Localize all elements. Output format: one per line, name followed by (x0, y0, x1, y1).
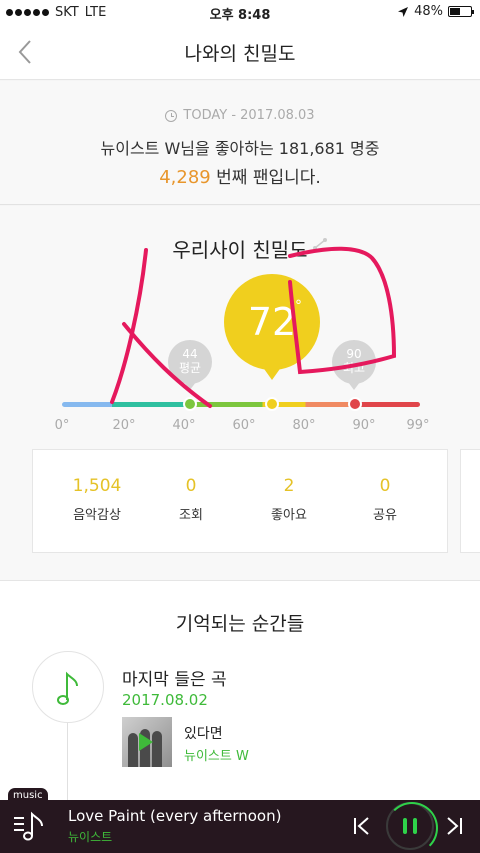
fan-rank-number: 4,289 (159, 167, 211, 188)
stat-value: 0 (379, 476, 391, 496)
stat-likes: 2 좋아요 (239, 476, 339, 523)
music-tab-label: music (8, 788, 48, 803)
page-title: 나와의 친밀도 (184, 43, 296, 65)
max-label: 최고 (342, 361, 366, 375)
stat-label: 조회 (179, 508, 203, 523)
mini-player: music Love Paint (every afternoon) 뉴이스트 (0, 788, 480, 853)
average-marker (183, 397, 197, 411)
my-intimacy-bubble: 72 ° (224, 274, 320, 380)
stat-listen: 1,504 음악감상 (47, 476, 147, 523)
now-playing-artist[interactable]: 뉴이스트 (68, 828, 112, 845)
fan-count-text: 뉴이스트 W님을 좋아하는 181,681 명중 (100, 139, 380, 158)
my-intimacy-marker (265, 397, 279, 411)
intimacy-section: 우리사이 친밀도 72 ° 44 평균 90 최고 0° 20° 40° 60°… (0, 206, 480, 580)
nav-header: 나와의 친밀도 (0, 24, 480, 80)
music-note-icon (57, 671, 78, 705)
my-intimacy-degree: ° (295, 298, 302, 314)
song-artist[interactable]: 뉴이스트 W (184, 745, 249, 764)
next-track-icon[interactable] (444, 816, 464, 836)
scale-tick: 60° (232, 418, 256, 433)
clock-icon (165, 109, 178, 122)
stat-label: 음악감상 (73, 508, 121, 523)
activity-stats-card: 1,504 음악감상 0 조회 2 좋아요 0 공유 (32, 449, 448, 553)
fan-rank-suffix: 번째 팬입니다. (210, 168, 321, 188)
play-icon (139, 733, 153, 751)
last-played-label: 마지막 들은 곡 (122, 670, 227, 690)
share-icon[interactable] (312, 236, 328, 252)
playlist-menu-icon[interactable] (12, 808, 48, 844)
today-date: TODAY - 2017.08.03 (183, 108, 315, 123)
stat-value: 1,504 (72, 476, 122, 496)
scale-tick: 40° (172, 418, 196, 433)
stat-label: 공유 (373, 508, 397, 523)
average-bubble: 44 평균 (168, 340, 212, 390)
stat-value: 2 (283, 476, 295, 496)
intimacy-title: 우리사이 친밀도 (172, 238, 308, 262)
battery-icon (448, 6, 474, 17)
average-value: 44 (182, 347, 198, 361)
max-value: 90 (346, 347, 362, 361)
gauge-scale: 0° 20° 40° 60° 80° 90° 99° (0, 418, 480, 438)
fan-rank-card: TODAY - 2017.08.03 뉴이스트 W님을 좋아하는 181,681… (0, 81, 480, 205)
timeline-node (32, 651, 104, 723)
scale-tick: 80° (292, 418, 316, 433)
status-right: 48% (397, 4, 474, 19)
scale-tick: 0° (54, 418, 70, 433)
today-date-row: TODAY - 2017.08.03 (0, 108, 480, 123)
status-bar: SKT LTE 오후 8:48 48% (0, 0, 480, 24)
stat-label: 좋아요 (271, 508, 307, 523)
moments-section: 기억되는 순간들 마지막 들은 곡 2017.08.02 있다면 뉴이스트 W (0, 580, 480, 801)
battery-percent: 48% (414, 4, 443, 19)
stat-shares: 0 공유 (335, 476, 435, 523)
previous-track-icon[interactable] (352, 816, 372, 836)
max-bubble: 90 최고 (332, 340, 376, 390)
scale-tick: 20° (112, 418, 136, 433)
fan-rank-text: 4,289 번째 팬입니다. (0, 163, 480, 188)
scale-tick: 99° (406, 418, 430, 433)
album-art[interactable] (122, 717, 172, 767)
my-intimacy-value: 72 (247, 300, 297, 344)
stat-value: 0 (185, 476, 197, 496)
pause-button[interactable] (386, 802, 438, 853)
last-played-date: 2017.08.02 (122, 691, 208, 709)
stat-views: 0 조회 (141, 476, 241, 523)
song-title[interactable]: 있다면 (184, 723, 223, 743)
average-label: 평균 (178, 361, 202, 375)
next-stats-card[interactable] (460, 449, 480, 553)
moments-title: 기억되는 순간들 (175, 613, 305, 635)
scale-tick: 90° (352, 418, 376, 433)
intimacy-gauge-bar (62, 402, 420, 407)
max-marker (348, 397, 362, 411)
location-arrow-icon (398, 6, 409, 17)
now-playing-title[interactable]: Love Paint (every afternoon) (68, 807, 281, 825)
